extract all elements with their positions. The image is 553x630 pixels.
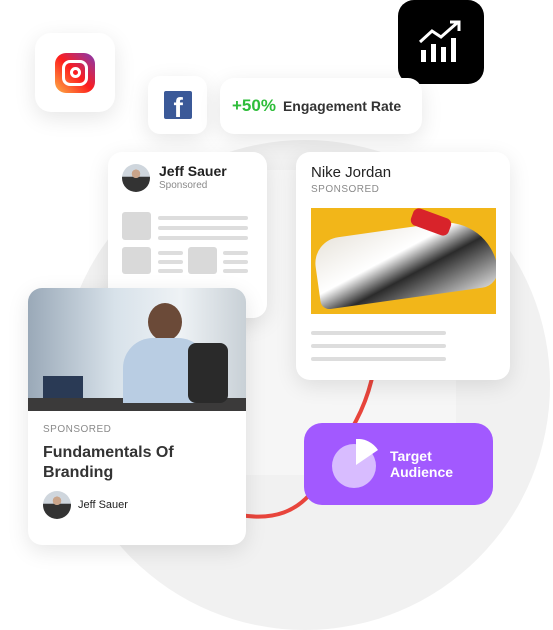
avatar xyxy=(43,491,71,519)
label-line: Target xyxy=(390,448,432,464)
pie-chart-icon xyxy=(332,439,378,488)
placeholder-image xyxy=(122,212,151,240)
placeholder-image xyxy=(188,247,217,274)
presenter-photo xyxy=(28,288,246,411)
placeholder-line xyxy=(223,260,248,264)
target-audience-label: Target Audience xyxy=(390,448,453,480)
placeholder-line xyxy=(158,251,183,255)
post-title: Nike Jordan xyxy=(311,164,392,181)
placeholder-image xyxy=(122,247,151,274)
label-line: Audience xyxy=(390,464,454,480)
nike-post-card[interactable]: Nike Jordan SPONSORED xyxy=(296,152,510,380)
placeholder-line xyxy=(158,226,248,230)
growth-chart-icon xyxy=(418,20,461,62)
placeholder-line xyxy=(158,269,183,273)
placeholder-line xyxy=(158,216,248,220)
facebook-icon: f xyxy=(163,91,192,119)
course-title: Fundamentals Of Branding xyxy=(43,444,174,481)
placeholder-line xyxy=(158,260,183,264)
placeholder-line xyxy=(223,269,248,273)
sponsored-label: SPONSORED xyxy=(311,184,380,195)
instagram-tile[interactable] xyxy=(35,33,115,112)
engagement-badge: +50% Engagement Rate xyxy=(220,78,422,134)
author-name: Jeff Sauer xyxy=(159,163,227,179)
analytics-tile[interactable] xyxy=(398,0,484,84)
sneaker-image xyxy=(311,208,496,314)
placeholder-line xyxy=(311,344,446,348)
placeholder-line xyxy=(311,331,446,335)
placeholder-line xyxy=(223,251,248,255)
sponsored-label: SPONSORED xyxy=(43,424,112,435)
target-audience-badge[interactable]: Target Audience xyxy=(304,423,493,505)
engagement-value: +50% xyxy=(232,96,276,115)
placeholder-line xyxy=(311,357,446,361)
sponsored-label: Sponsored xyxy=(159,180,208,191)
facebook-tile[interactable]: f xyxy=(148,76,207,134)
author-name: Jeff Sauer xyxy=(78,499,128,511)
instagram-icon xyxy=(55,52,95,93)
avatar xyxy=(122,164,150,192)
course-card[interactable]: SPONSORED Fundamentals Of Branding Jeff … xyxy=(28,288,246,545)
placeholder-line xyxy=(158,236,248,240)
engagement-label: Engagement Rate xyxy=(282,98,402,114)
